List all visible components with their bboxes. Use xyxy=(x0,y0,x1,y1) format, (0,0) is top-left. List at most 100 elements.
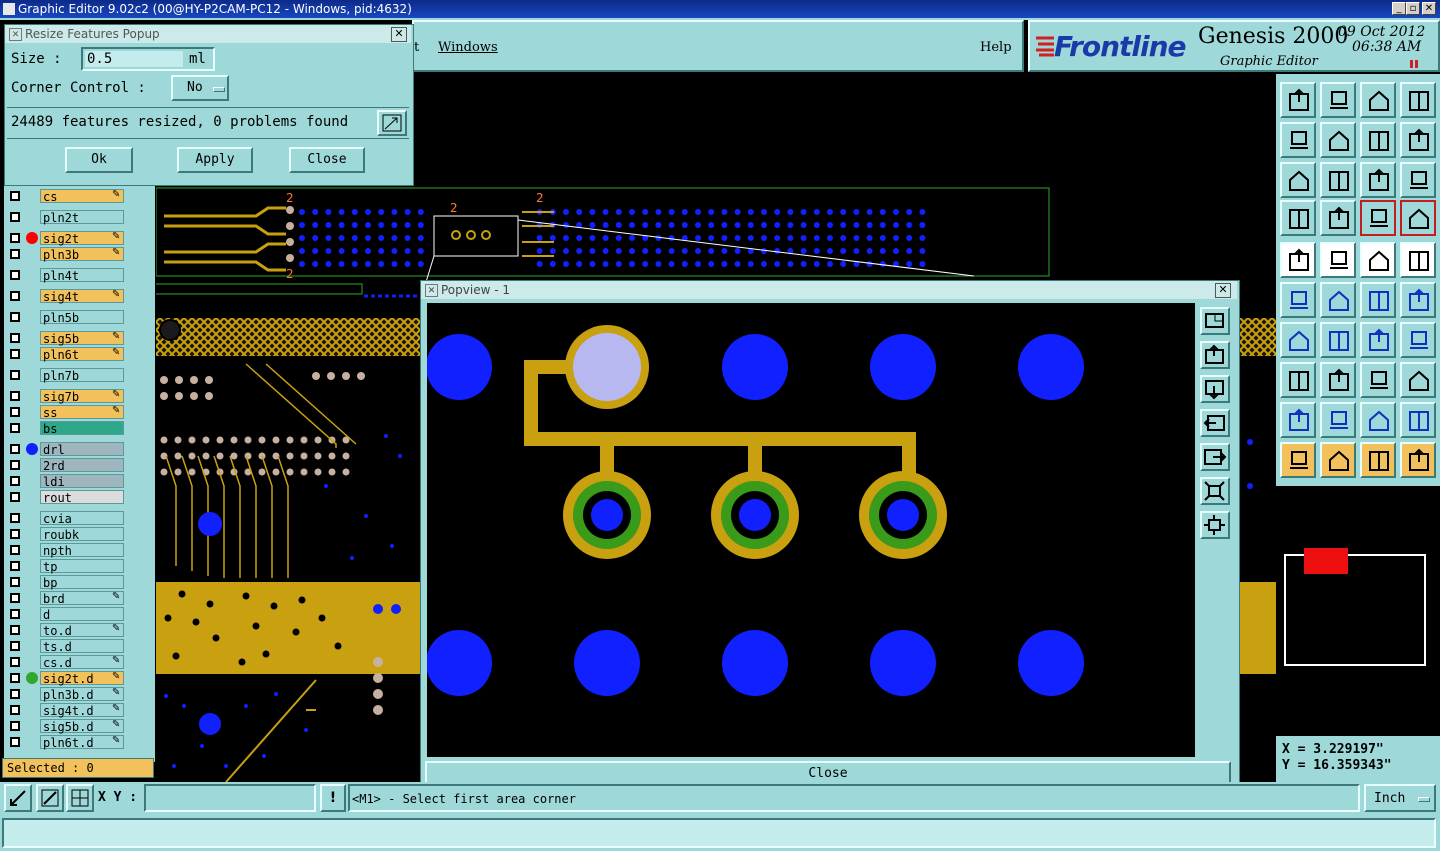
layer-name[interactable]: drl xyxy=(40,442,124,457)
layer-row[interactable]: 2rd xyxy=(4,458,128,473)
menu-item-edit[interactable]: t xyxy=(414,40,419,55)
popview-close-icon[interactable]: ✕ xyxy=(1215,283,1231,298)
feature-select-icon[interactable] xyxy=(1280,242,1316,278)
layer-checkbox[interactable] xyxy=(10,212,20,222)
units-select[interactable]: Inch xyxy=(1364,784,1436,812)
grid-icon[interactable] xyxy=(1320,200,1356,236)
layer-checkbox[interactable] xyxy=(10,492,20,502)
layer-row[interactable]: sig7b ✎ xyxy=(4,389,128,404)
layer-name[interactable]: pln5b xyxy=(40,310,124,325)
maximize-icon[interactable]: ▫ xyxy=(1406,2,1420,15)
triangle-icon[interactable] xyxy=(1280,402,1316,438)
layer-name[interactable]: pln4t xyxy=(40,268,124,283)
minimize-icon[interactable]: _ xyxy=(1392,2,1406,15)
close-button[interactable]: Close xyxy=(289,147,365,173)
dimension-icon[interactable] xyxy=(1360,362,1396,398)
layer-row[interactable]: roubk xyxy=(4,527,128,542)
layer-checkbox[interactable] xyxy=(10,191,20,201)
layer-row[interactable]: pln6t.d ✎ xyxy=(4,735,128,750)
layer-row[interactable]: bs xyxy=(4,421,128,436)
popview-tool-zoom-window[interactable] xyxy=(1200,307,1230,335)
layer-checkbox[interactable] xyxy=(10,233,20,243)
layer-row[interactable]: tp xyxy=(4,559,128,574)
layer-row[interactable]: pln7b xyxy=(4,368,128,383)
popview-tool-pan-left[interactable] xyxy=(1200,409,1230,437)
layer-checkbox[interactable] xyxy=(10,270,20,280)
layer-checkbox[interactable] xyxy=(10,513,20,523)
line-add-icon[interactable] xyxy=(1360,282,1396,318)
layer-row[interactable]: pln5b xyxy=(4,310,128,325)
layer-name[interactable]: bp xyxy=(40,575,124,590)
layer-checkbox[interactable] xyxy=(10,673,20,683)
xy-input[interactable] xyxy=(144,784,316,812)
layer-checkbox[interactable] xyxy=(10,545,20,555)
layer-row[interactable]: sig4t.d ✎ xyxy=(4,703,128,718)
view-rectangle[interactable] xyxy=(1304,548,1348,574)
layer-checkbox[interactable] xyxy=(10,721,20,731)
layer-row[interactable]: sig5b.d ✎ xyxy=(4,719,128,734)
help-icon[interactable] xyxy=(1400,162,1436,198)
layer-row[interactable]: bp xyxy=(4,575,128,590)
measure-button[interactable] xyxy=(36,784,64,812)
popup-close-icon[interactable]: ✕ xyxy=(391,27,407,42)
angle-icon[interactable] xyxy=(1280,322,1316,358)
close-icon[interactable]: ✕ xyxy=(1422,2,1436,15)
route-icon[interactable] xyxy=(1400,122,1436,158)
line-icon[interactable] xyxy=(1320,362,1356,398)
triangle-icon[interactable] xyxy=(1320,402,1356,438)
layer-checkbox[interactable] xyxy=(10,349,20,359)
pointer-icon[interactable] xyxy=(1360,442,1396,478)
popup-menu-icon[interactable]: ✕ xyxy=(9,28,22,41)
circle-icon[interactable] xyxy=(1400,242,1436,278)
popview-menu-icon[interactable]: ✕ xyxy=(425,284,438,297)
zoom-center-icon[interactable] xyxy=(1320,162,1356,198)
layer-checkbox[interactable] xyxy=(10,593,20,603)
layer-checkbox[interactable] xyxy=(10,561,20,571)
pause-icon[interactable] xyxy=(1410,60,1418,68)
popview-tool-zoom-in[interactable] xyxy=(1200,511,1230,539)
slash-icon[interactable] xyxy=(1320,322,1356,358)
size-input[interactable]: 0.5 xyxy=(85,51,183,67)
layer-row[interactable]: d xyxy=(4,607,128,622)
layer-row[interactable]: pln3b ✎ xyxy=(4,247,128,262)
layer-row[interactable]: drl xyxy=(4,442,128,457)
popview-tool-zoom-out[interactable] xyxy=(1200,477,1230,505)
layer-checkbox[interactable] xyxy=(10,577,20,587)
layer-row[interactable]: rout xyxy=(4,490,128,505)
line-add-icon[interactable] xyxy=(1400,282,1436,318)
layer-checkbox[interactable] xyxy=(10,657,20,667)
layer-name[interactable]: ldi xyxy=(40,474,124,489)
layer-name[interactable]: pln7b xyxy=(40,368,124,383)
layer-checkbox[interactable] xyxy=(10,423,20,433)
layer-row[interactable]: pln3b.d ✎ xyxy=(4,687,128,702)
layer-checkbox[interactable] xyxy=(10,689,20,699)
layer-row[interactable]: to.d ✎ xyxy=(4,623,128,638)
popview-tool-pan-right[interactable] xyxy=(1200,443,1230,471)
layer-name[interactable]: ts.d xyxy=(40,639,124,654)
grid-button[interactable] xyxy=(66,784,94,812)
zoom-fit-icon[interactable] xyxy=(1280,162,1316,198)
layer-checkbox[interactable] xyxy=(10,460,20,470)
overview-map[interactable] xyxy=(1278,486,1440,736)
layer-row[interactable]: ldi xyxy=(4,474,128,489)
alert-button[interactable]: ! xyxy=(320,784,346,812)
layer-name[interactable]: 2rd xyxy=(40,458,124,473)
snap-button[interactable] xyxy=(4,784,32,812)
arc-icon[interactable] xyxy=(1360,322,1396,358)
pad-icon[interactable] xyxy=(1280,362,1316,398)
layer-checkbox[interactable] xyxy=(10,312,20,322)
apply-button[interactable]: Apply xyxy=(177,147,253,173)
window-icon[interactable] xyxy=(1400,82,1436,118)
layer-checkbox[interactable] xyxy=(10,370,20,380)
popview-tool-pan-up[interactable] xyxy=(1200,341,1230,369)
scale-icon[interactable] xyxy=(1360,162,1396,198)
layer-row[interactable]: sig4t ✎ xyxy=(4,289,128,304)
layer-row[interactable]: sig2t.d ✎ xyxy=(4,671,128,686)
triangle-icon[interactable] xyxy=(1360,402,1396,438)
layer-name[interactable]: bs xyxy=(40,421,124,436)
layer-checkbox[interactable] xyxy=(10,609,20,619)
net-icon[interactable] xyxy=(1280,282,1316,318)
pointer-icon[interactable] xyxy=(1320,442,1356,478)
ok-button[interactable]: Ok xyxy=(65,147,133,173)
layer-row[interactable]: ts.d xyxy=(4,639,128,654)
